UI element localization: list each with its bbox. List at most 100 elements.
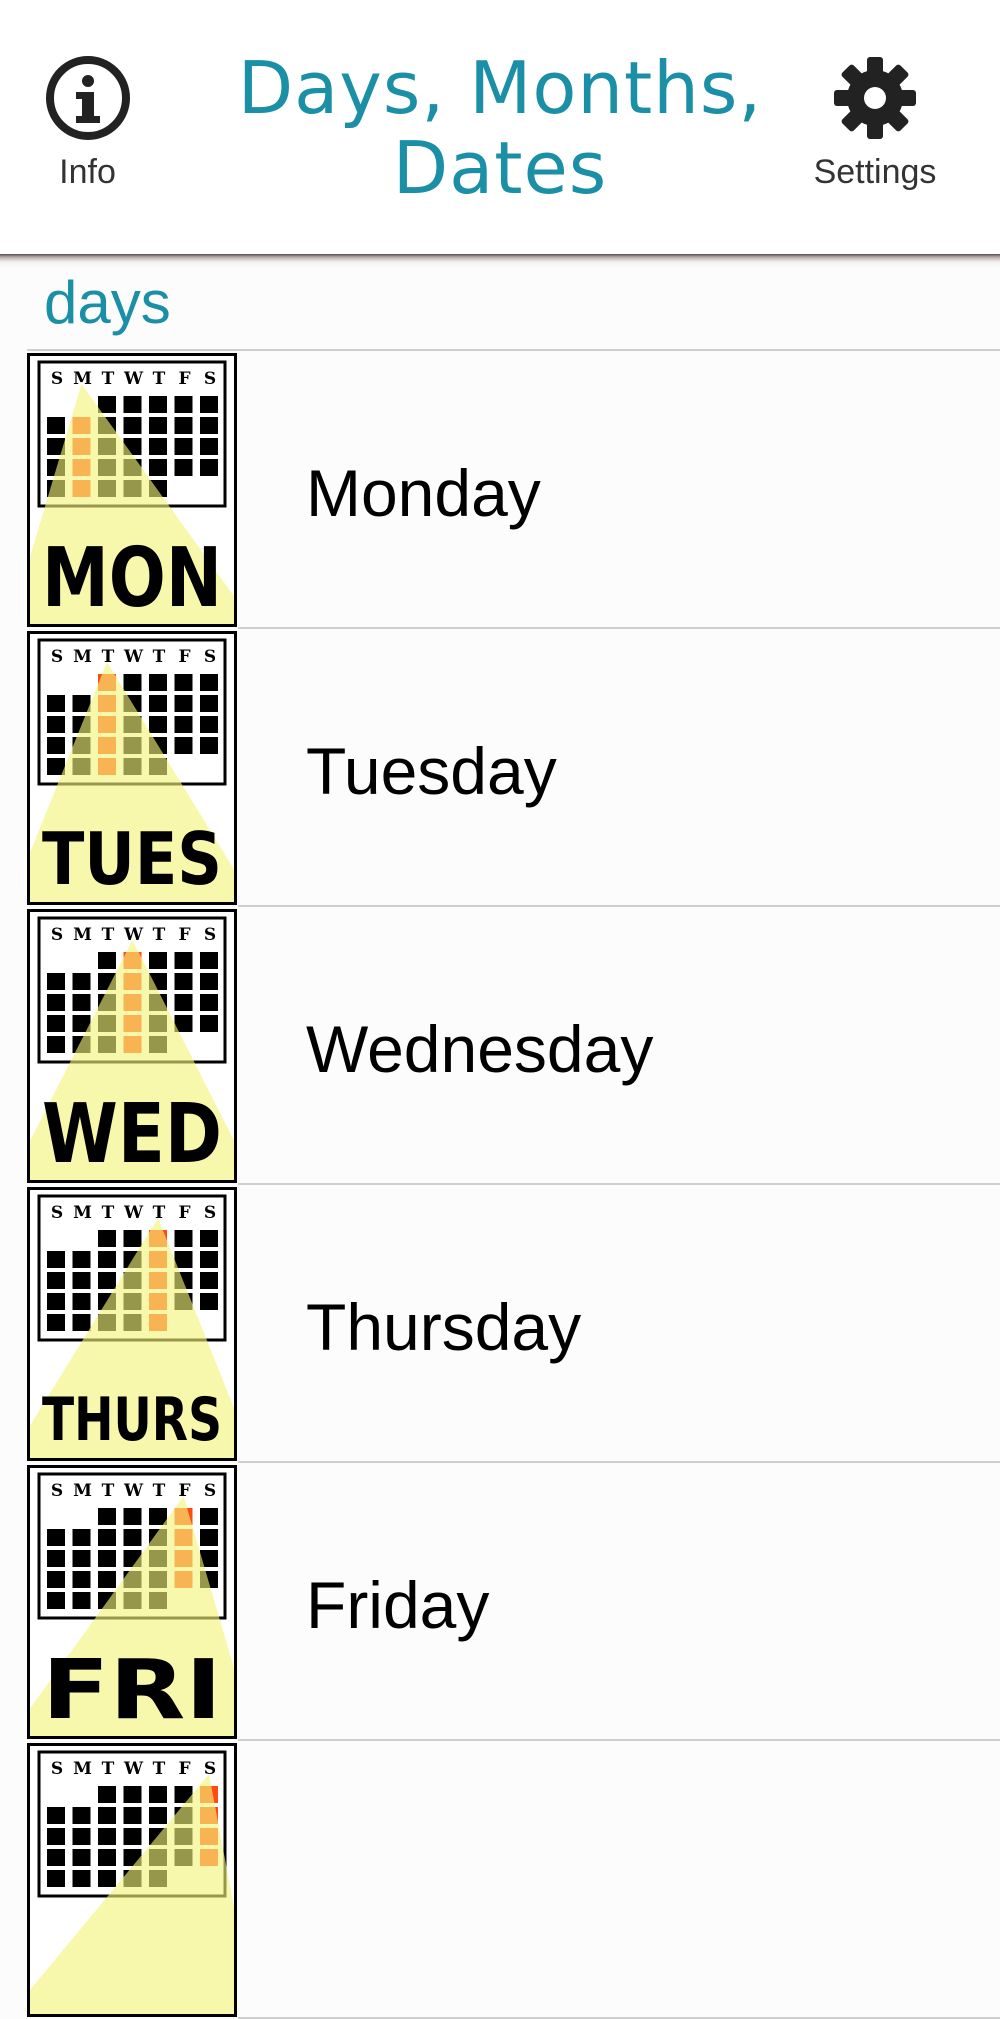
calendar-cell [123, 396, 142, 413]
title-line-1: Days, Months, [237, 46, 763, 130]
calendar-cell [149, 716, 167, 733]
calendar-letter: S [51, 369, 63, 389]
calendar-cell [200, 1251, 218, 1268]
calendar-letter: F [178, 1759, 190, 1779]
calendar-letter: S [204, 369, 216, 389]
calendar-cell [174, 994, 193, 1011]
calendar-cell [98, 1828, 116, 1845]
calendar-cell [47, 973, 65, 990]
calendar-letter: W [123, 647, 144, 667]
day-row[interactable]: S M T W T F S MON Monday [0, 351, 1000, 629]
calendar-cell [47, 1807, 65, 1824]
calendar-letter: S [204, 647, 216, 667]
calendar-cell [98, 1230, 116, 1247]
calendar-cell [47, 1314, 65, 1331]
calendar-letter: M [73, 1203, 92, 1223]
calendar-cell [98, 1849, 116, 1866]
calendar-cell [47, 695, 65, 712]
info-icon [45, 56, 130, 140]
calendar-letter: W [123, 1759, 144, 1779]
day-abbreviation: THURS [42, 1385, 222, 1455]
calendar-cell [98, 1272, 116, 1289]
day-abbreviation: WED [42, 1087, 222, 1180]
day-row[interactable]: S M T W T F S TUES Tuesday [0, 629, 1000, 907]
calendar-cell [72, 1529, 91, 1546]
calendar-cell [200, 973, 218, 990]
calendar-cell [149, 459, 167, 476]
day-row[interactable]: S M T W T F S FRI Friday [0, 1463, 1000, 1741]
calendar-cell [98, 1870, 116, 1887]
day-label: Wednesday [306, 1012, 654, 1086]
calendar-letter: S [204, 925, 216, 945]
calendar-letter: W [123, 1481, 144, 1501]
day-label: Tuesday [306, 734, 557, 808]
calendar-cell [200, 1529, 218, 1546]
calendar-letter: M [73, 1481, 92, 1501]
calendar-letter: T [102, 925, 115, 945]
calendar-letter: F [178, 647, 190, 667]
calendar-cell [149, 438, 167, 455]
calendar-letter: T [102, 1481, 115, 1501]
calendar-letter: M [73, 1759, 92, 1779]
tuesday-calendar-icon: S M T W T F S TUES [27, 631, 237, 905]
calendar-cell [123, 1786, 142, 1803]
calendar-letter: S [51, 1759, 63, 1779]
calendar-cell [72, 1293, 91, 1310]
title-line-2: Dates [392, 126, 608, 210]
gear-icon [834, 57, 916, 139]
calendar-cell [98, 1508, 116, 1525]
app-header: Info Days, Months, Dates Settings [0, 0, 1000, 255]
calendar-cell [200, 1293, 218, 1310]
calendar-cell [123, 1230, 142, 1247]
day-abbreviation: FRI [42, 1643, 222, 1736]
calendar-cell [47, 1592, 65, 1609]
calendar-cell [47, 1828, 65, 1845]
settings-button[interactable]: Settings [795, 55, 955, 192]
calendar-cell [98, 952, 116, 969]
calendar-letter: M [73, 925, 92, 945]
day-label: Friday [306, 1568, 490, 1642]
day-row[interactable]: SMTWTFS [0, 1741, 1000, 2019]
calendar-letter: T [153, 647, 166, 667]
calendar-letter: S [204, 1481, 216, 1501]
calendar-cell [149, 952, 167, 969]
calendar-cell [149, 1807, 167, 1824]
calendar-cell [47, 1272, 65, 1289]
day-row[interactable]: S M T W T F S THURS Thursday [0, 1185, 1000, 1463]
calendar-cell [123, 1807, 142, 1824]
calendar-cell [72, 1251, 91, 1268]
calendar-letter: S [51, 1203, 63, 1223]
calendar-letter: T [153, 1203, 166, 1223]
calendar-letter: F [178, 369, 190, 389]
calendar-cell [174, 695, 193, 712]
calendar-cell [72, 695, 91, 712]
calendar-cell [47, 1870, 65, 1887]
calendar-letter: T [153, 925, 166, 945]
calendar-cell [98, 1786, 116, 1803]
calendar-cell [98, 1251, 116, 1268]
calendar-cell [200, 1508, 218, 1525]
calendar-letter: F [178, 1481, 190, 1501]
calendar-cell [200, 716, 218, 733]
calendar-cell [72, 1849, 91, 1866]
calendar-cell [98, 1550, 116, 1567]
calendar-cell [47, 994, 65, 1011]
calendar-cell [123, 417, 142, 434]
calendar-cell [47, 1571, 65, 1588]
calendar-cell [149, 1508, 167, 1525]
calendar-letter: T [153, 1759, 166, 1779]
calendar-cell [47, 1550, 65, 1567]
calendar-cell [72, 1571, 91, 1588]
calendar-cell [47, 1529, 65, 1546]
friday-calendar-icon: S M T W T F S FRI [27, 1465, 237, 1739]
calendar-cell [98, 1807, 116, 1824]
calendar-cell [47, 1036, 65, 1053]
day-row[interactable]: S M T W T F S WED Wednesday [0, 907, 1000, 1185]
day-label: Thursday [306, 1290, 582, 1364]
calendar-cell [200, 674, 218, 691]
day-abbreviation: TUES [42, 817, 222, 901]
calendar-cell [174, 417, 193, 434]
calendar-letter: F [178, 1203, 190, 1223]
info-button[interactable]: Info [35, 55, 140, 192]
calendar-cell [123, 1828, 142, 1845]
